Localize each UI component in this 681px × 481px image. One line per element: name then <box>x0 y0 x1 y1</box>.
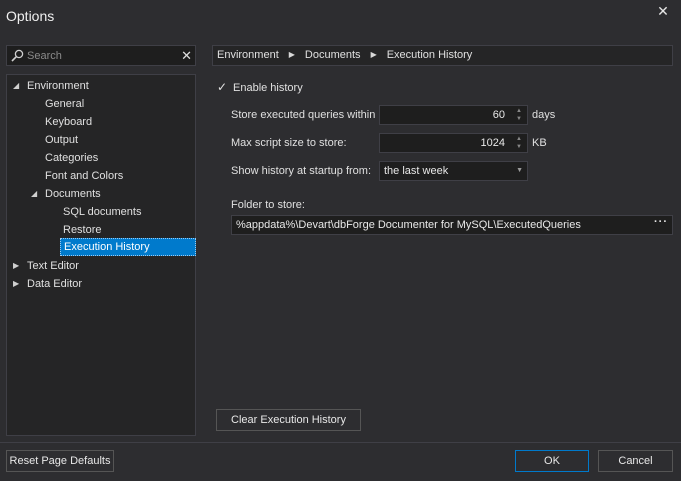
folder-label: Folder to store: <box>231 199 305 211</box>
tree-node-documents[interactable]: Documents <box>45 185 101 203</box>
collapsed-arrow-icon[interactable]: ▶ <box>13 280 21 288</box>
show-history-select[interactable]: the last week ▼ <box>379 161 528 181</box>
tree-node-font-and-colors[interactable]: Font and Colors <box>45 167 123 185</box>
window-title: Options <box>6 8 55 24</box>
tree-node-text-editor[interactable]: Text Editor <box>27 257 79 275</box>
max-size-stepper[interactable]: 1024 ▲ ▼ <box>379 133 528 153</box>
breadcrumb-item: Execution History <box>386 49 473 61</box>
ok-button[interactable]: OK <box>515 450 589 472</box>
chevron-right-icon: ▶ <box>288 50 295 59</box>
chevron-right-icon: ▶ <box>370 50 377 59</box>
spin-arrows-icon[interactable]: ▲ ▼ <box>513 135 525 151</box>
tree-node-general[interactable]: General <box>45 95 84 113</box>
reset-defaults-button[interactable]: Reset Page Defaults <box>6 450 114 472</box>
clear-search-icon[interactable]: ✕ <box>181 47 192 64</box>
expanded-arrow-icon[interactable]: ◢ <box>13 82 21 90</box>
expanded-arrow-icon[interactable]: ◢ <box>31 190 39 198</box>
browse-button[interactable]: ··· <box>654 213 668 231</box>
enable-history-label: Enable history <box>233 82 303 94</box>
clear-history-button[interactable]: Clear Execution History <box>216 409 361 431</box>
enable-history-checkbox[interactable]: ✓ <box>217 81 229 93</box>
search-input[interactable] <box>27 48 172 63</box>
show-history-label: Show history at startup from: <box>231 165 371 177</box>
show-history-value: the last week <box>384 165 449 177</box>
spin-arrows-icon[interactable]: ▲ ▼ <box>513 107 525 123</box>
store-within-value[interactable]: 60 <box>493 106 505 124</box>
search-box[interactable]: ✕ <box>6 45 196 66</box>
store-within-label: Store executed queries within <box>231 109 376 121</box>
breadcrumb: Environment ▶ Documents ▶ Execution History <box>212 45 673 66</box>
close-icon[interactable]: ✕ <box>655 3 671 19</box>
max-size-value[interactable]: 1024 <box>481 134 505 152</box>
tree-node-environment[interactable]: Environment <box>27 77 89 95</box>
cancel-button[interactable]: Cancel <box>598 450 673 472</box>
store-within-unit: days <box>532 109 556 121</box>
tree-node-restore[interactable]: Restore <box>63 221 102 239</box>
footer-divider <box>0 442 681 443</box>
folder-path[interactable]: %appdata%\Devart\dbForge Documenter for … <box>236 216 581 234</box>
folder-input[interactable]: %appdata%\Devart\dbForge Documenter for … <box>231 215 673 235</box>
tree-node-categories[interactable]: Categories <box>45 149 98 167</box>
max-size-unit: KB <box>532 137 547 149</box>
max-size-label: Max script size to store: <box>231 137 347 149</box>
tree-node-output[interactable]: Output <box>45 131 78 149</box>
search-icon <box>11 49 24 62</box>
breadcrumb-item[interactable]: Documents <box>305 49 361 61</box>
tree-node-sql-documents[interactable]: SQL documents <box>63 203 141 221</box>
tree-node-data-editor[interactable]: Data Editor <box>27 275 82 293</box>
collapsed-arrow-icon[interactable]: ▶ <box>13 262 21 270</box>
store-within-stepper[interactable]: 60 ▲ ▼ <box>379 105 528 125</box>
tree-node-keyboard[interactable]: Keyboard <box>45 113 92 131</box>
breadcrumb-item[interactable]: Environment <box>217 49 279 61</box>
dropdown-arrow-icon[interactable]: ▼ <box>516 162 523 180</box>
tree-node-execution-history[interactable]: Execution History <box>60 238 196 256</box>
options-tree: ◢ Environment General Keyboard Output Ca… <box>6 74 196 436</box>
